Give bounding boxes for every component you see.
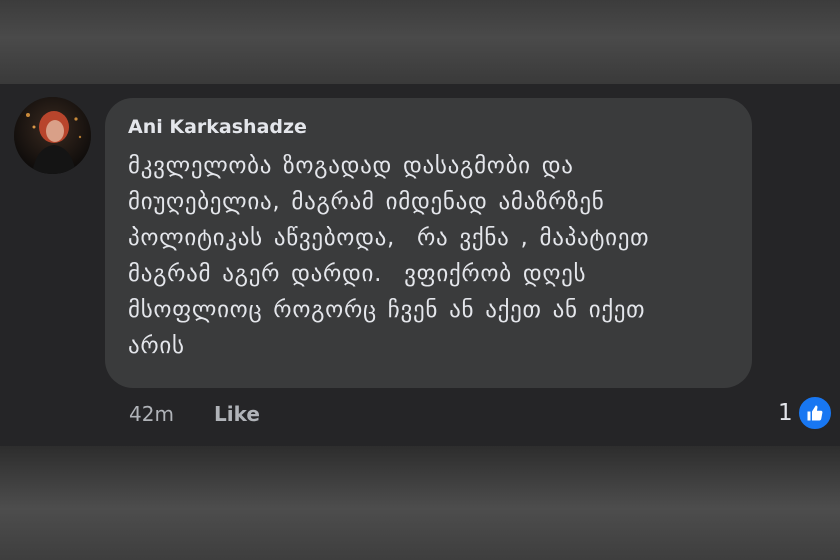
like-button[interactable]: Like [214,398,260,430]
avatar[interactable] [14,97,91,174]
comment-text-line: მაგრამ აგერ დარდი. ვფიქრობ დღეს [128,261,587,287]
comment-timestamp[interactable]: 42m [129,398,174,430]
background-top-band [0,0,840,84]
avatar-image [14,97,91,174]
comment-text: მკვლელობა ზოგადად დასაგმობი და მიუღებელი… [128,148,730,364]
background-bottom-band [0,446,840,560]
comment-author[interactable]: Ani Karkashadze [128,113,730,141]
comment-text-line: არის [128,333,185,359]
comment-text-line: მკვლელობა ზოგადად დასაგმობი და [128,153,574,179]
comment-text-line: პოლიტიკას აწვებოდა, რა ვქნა , მაპატიეთ [128,225,650,251]
comment-bubble: Ani Karkashadze მკვლელობა ზოგადად დასაგმ… [105,98,752,388]
reaction-count: 1 [778,400,793,426]
comment-text-line: მსოფლიოც როგორც ჩვენ ან აქეთ ან იქეთ [128,297,646,323]
comment-text-line: მიუღებელია, მაგრამ იმდენად ამაზრზენ [128,189,605,215]
thumbs-up-icon [796,395,833,431]
reaction-summary[interactable]: 1 [778,395,833,431]
